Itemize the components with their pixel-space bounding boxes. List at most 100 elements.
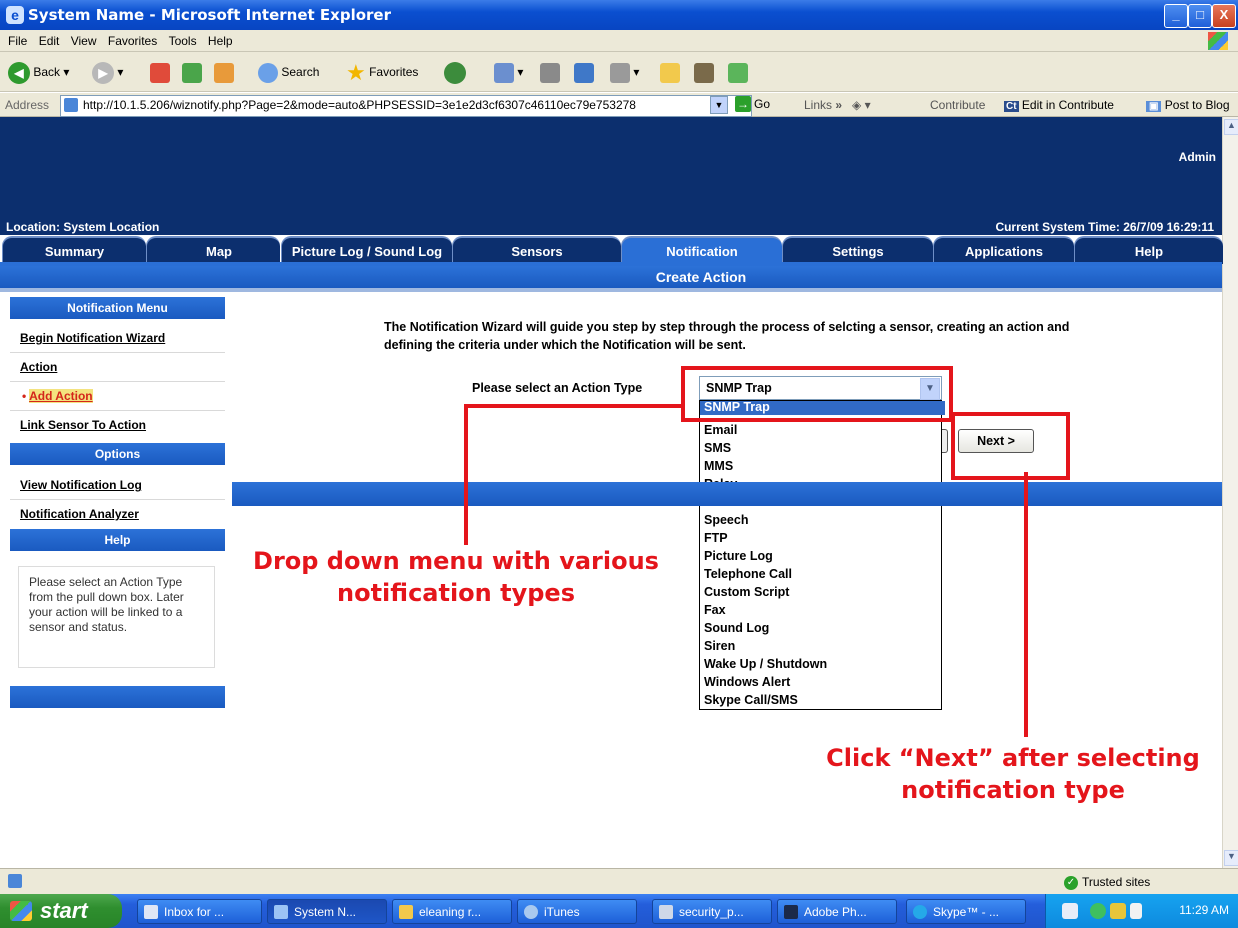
option-speech[interactable]: Speech xyxy=(704,511,748,529)
folder-button[interactable] xyxy=(660,60,680,84)
discuss-button[interactable]: ▾ xyxy=(610,60,639,84)
help-tray-icon[interactable] xyxy=(1062,903,1078,919)
edit-in-contribute-label: Edit in Contribute xyxy=(1021,98,1114,112)
option-fax[interactable]: Fax xyxy=(704,601,726,619)
research-button[interactable] xyxy=(694,60,714,84)
tab-applications[interactable]: Applications xyxy=(933,236,1074,264)
scroll-up-icon[interactable]: ▲ xyxy=(1224,119,1238,135)
back-arrow-icon: ◀ xyxy=(8,61,30,84)
go-button[interactable]: → Go xyxy=(735,96,770,112)
taskbar-item-skype[interactable]: Skype™ - ... xyxy=(906,899,1026,924)
vertical-scrollbar[interactable]: ▲ ▼ xyxy=(1222,117,1238,868)
address-input[interactable]: http://10.1.5.206/wiznotify.php?Page=2&m… xyxy=(60,95,752,117)
sidebar-divider xyxy=(10,499,225,500)
option-wake-up-shutdown[interactable]: Wake Up / Shutdown xyxy=(704,655,827,673)
option-windows-alert[interactable]: Windows Alert xyxy=(704,673,790,691)
history-icon xyxy=(444,61,466,84)
menu-favorites[interactable]: Favorites xyxy=(108,30,157,52)
close-button[interactable]: X xyxy=(1212,4,1236,28)
scroll-down-icon[interactable]: ▼ xyxy=(1224,850,1238,866)
security-zone-label: Trusted sites xyxy=(1082,875,1151,889)
usb-tray-icon[interactable] xyxy=(1110,903,1126,919)
add-action-label: Add Action xyxy=(29,389,93,403)
action-type-dropdown-list: SNMP Trap Email SMS MMS Relay Alarm Soun… xyxy=(699,400,945,710)
contribute-button[interactable]: Contribute xyxy=(930,98,985,112)
tab-sensors[interactable]: Sensors xyxy=(452,236,621,264)
taskbar-item-inbox[interactable]: Inbox for ... xyxy=(137,899,262,924)
link-sensor-to-action-link[interactable]: Link Sensor To Action xyxy=(20,418,146,432)
notification-analyzer-link[interactable]: Notification Analyzer xyxy=(20,507,139,521)
option-ftp[interactable]: FTP xyxy=(704,529,728,547)
refresh-button[interactable] xyxy=(182,60,202,84)
dropdown-annotation-line1: Drop down menu with various xyxy=(253,547,659,575)
links-button[interactable]: Links » xyxy=(804,98,842,112)
minimize-button[interactable]: _ xyxy=(1164,4,1188,28)
action-type-label: Please select an Action Type xyxy=(472,381,643,395)
taskbar-item-eleaning[interactable]: eleaning r... xyxy=(392,899,512,924)
home-button[interactable] xyxy=(214,60,234,84)
begin-notification-wizard-link[interactable]: Begin Notification Wizard xyxy=(20,331,165,345)
edit-button[interactable] xyxy=(574,60,594,84)
sidebar-divider xyxy=(10,352,225,353)
network-tray-icon[interactable] xyxy=(1090,903,1106,919)
forward-button[interactable]: ▶ ▾ xyxy=(92,60,123,84)
discuss-icon xyxy=(610,62,630,83)
favorites-button[interactable]: ★ Favorites xyxy=(346,60,418,84)
tab-help[interactable]: Help xyxy=(1074,236,1223,264)
research-icon xyxy=(694,62,714,83)
edit-in-contribute-button[interactable]: Ct Edit in Contribute xyxy=(1004,98,1114,112)
option-siren[interactable]: Siren xyxy=(704,637,735,655)
contribute-icon[interactable]: ◈ ▾ xyxy=(852,98,871,112)
tab-summary[interactable]: Summary xyxy=(2,236,146,264)
back-button[interactable]: ◀ Back ▾ xyxy=(8,60,69,84)
taskbar-item-label: iTunes xyxy=(544,905,580,919)
action-link[interactable]: Action xyxy=(20,360,57,374)
taskbar-item-adobe[interactable]: Adobe Ph... xyxy=(777,899,897,924)
history-button[interactable] xyxy=(444,60,466,84)
menu-tools[interactable]: Tools xyxy=(169,30,197,52)
tab-notification[interactable]: Notification xyxy=(621,236,782,264)
links-chevron: » xyxy=(835,98,843,112)
notification-menu-header: Notification Menu xyxy=(10,297,225,319)
taskbar-item-security[interactable]: security_p... xyxy=(652,899,772,924)
form-footer-bar xyxy=(232,482,1222,506)
tab-map[interactable]: Map xyxy=(146,236,280,262)
option-skype-call-sms[interactable]: Skype Call/SMS xyxy=(704,691,798,709)
option-telephone-call[interactable]: Telephone Call xyxy=(704,565,792,583)
taskbar-item-label: Skype™ - ... xyxy=(933,905,1000,919)
tab-picture-sound-log[interactable]: Picture Log / Sound Log xyxy=(281,236,452,264)
mail-button[interactable]: ▾ xyxy=(494,60,523,84)
back-button-edge xyxy=(942,429,948,453)
menu-help[interactable]: Help xyxy=(208,30,233,52)
volume-tray-icon[interactable] xyxy=(1130,903,1142,919)
option-sound-log[interactable]: Sound Log xyxy=(704,619,769,637)
option-mms[interactable]: MMS xyxy=(704,457,733,475)
add-action-link[interactable]: • Add Action xyxy=(22,389,93,403)
tab-settings[interactable]: Settings xyxy=(782,236,933,264)
search-button[interactable]: Search xyxy=(258,60,319,84)
menu-edit[interactable]: Edit xyxy=(39,30,60,52)
stop-button[interactable] xyxy=(150,60,170,84)
window-title-bar: e System Name - Microsoft Internet Explo… xyxy=(0,0,1238,30)
sidebar-divider xyxy=(10,381,225,382)
messenger-button[interactable] xyxy=(728,60,748,84)
menu-view[interactable]: View xyxy=(71,30,97,52)
maximize-button[interactable]: □ xyxy=(1188,4,1212,28)
print-button[interactable] xyxy=(540,60,560,84)
menu-file[interactable]: File xyxy=(8,30,27,52)
option-sms[interactable]: SMS xyxy=(704,439,731,457)
dropdown-annotation-text: Drop down menu with various notification… xyxy=(246,545,666,609)
menu-bar: File Edit View Favorites Tools Help xyxy=(0,30,1238,52)
taskbar-item-itunes[interactable]: iTunes xyxy=(517,899,637,924)
location-label: Location: System Location xyxy=(6,220,160,234)
view-notification-log-link[interactable]: View Notification Log xyxy=(20,478,142,492)
mail-icon xyxy=(494,62,514,83)
address-bar: Address http://10.1.5.206/wiznotify.php?… xyxy=(0,93,1238,117)
post-to-blog-button[interactable]: ▣ Post to Blog xyxy=(1146,98,1230,112)
option-picture-log[interactable]: Picture Log xyxy=(704,547,773,565)
option-email[interactable]: Email xyxy=(704,421,737,439)
option-custom-script[interactable]: Custom Script xyxy=(704,583,789,601)
address-dropdown-icon[interactable]: ▼ xyxy=(710,96,728,114)
start-button[interactable]: start xyxy=(0,894,122,928)
taskbar-item-system-name[interactable]: System N... xyxy=(267,899,387,924)
